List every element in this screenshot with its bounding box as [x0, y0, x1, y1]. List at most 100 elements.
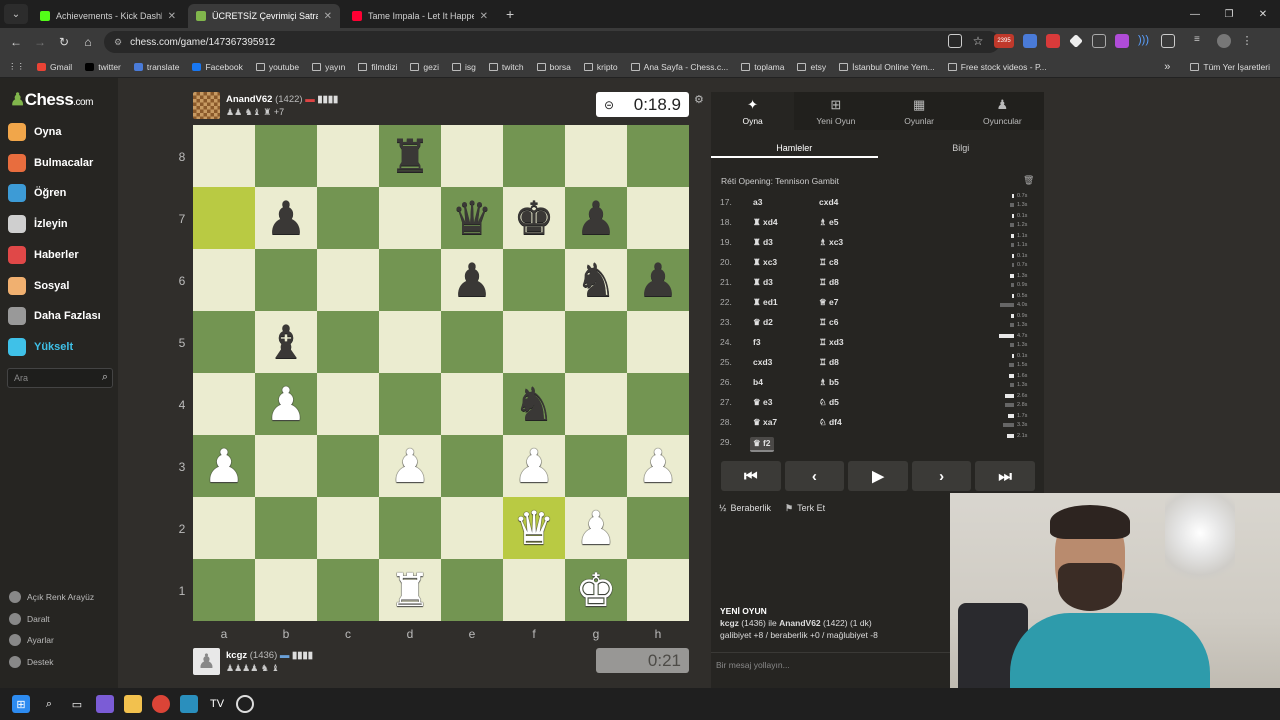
play-button[interactable]: ▶	[848, 461, 908, 491]
obs-icon[interactable]	[236, 695, 254, 713]
bookmark-item[interactable]: Facebook	[192, 62, 243, 72]
black-move[interactable]: ♖ xd3	[819, 337, 844, 348]
black-queen-icon[interactable]: ♛	[451, 195, 492, 241]
white-queen-icon[interactable]: ♛	[513, 505, 554, 551]
square-e5[interactable]	[441, 311, 503, 373]
white-move[interactable]: ♜ xd4	[753, 217, 778, 228]
bookmark-item[interactable]: gezi	[410, 62, 439, 72]
square-h1[interactable]	[627, 559, 689, 621]
panel-tab[interactable]: ♟ Oyuncular	[960, 92, 1044, 130]
close-icon[interactable]: ✕	[1246, 0, 1280, 28]
square-c7[interactable]	[317, 187, 379, 249]
tab-close-icon[interactable]: ✕	[480, 11, 488, 22]
square-c5[interactable]	[317, 311, 379, 373]
reading-list-icon[interactable]: ≡	[1194, 34, 1208, 48]
square-d6[interactable]	[379, 249, 441, 311]
bookmark-item[interactable]: twitter	[85, 62, 121, 72]
square-h6[interactable]: ♟	[627, 249, 689, 311]
square-d1[interactable]: ♜	[379, 559, 441, 621]
first-move-button[interactable]: ⏮	[721, 461, 781, 491]
square-c4[interactable]	[317, 373, 379, 435]
black-rook-icon[interactable]: ♜	[389, 133, 430, 179]
square-g6[interactable]: ♞	[565, 249, 627, 311]
bottom-player-name[interactable]: kcgz (1436) ▬ ▮▮▮▮	[226, 650, 313, 661]
profile-avatar[interactable]	[1217, 34, 1231, 48]
white-move[interactable]: ♜ ed1	[753, 297, 778, 308]
white-pawn-icon[interactable]: ♟	[513, 443, 554, 489]
forward-icon[interactable]: →	[28, 35, 52, 49]
chrome-icon[interactable]	[152, 695, 170, 713]
black-move[interactable]: ♖ d8	[819, 357, 839, 368]
black-pawn-icon[interactable]: ♟	[637, 257, 678, 303]
white-pawn-icon[interactable]: ♟	[203, 443, 244, 489]
square-f8[interactable]	[503, 125, 565, 187]
panel-tab[interactable]: ▦ Oyunlar	[877, 92, 961, 130]
square-d3[interactable]: ♟	[379, 435, 441, 497]
white-rook-icon[interactable]: ♜	[389, 567, 430, 613]
square-f6[interactable]	[503, 249, 565, 311]
black-move[interactable]: ♗ e5	[819, 217, 838, 228]
square-f5[interactable]	[503, 311, 565, 373]
apps-icon[interactable]: ⋮⋮	[8, 61, 25, 72]
black-move[interactable]: ♘ d5	[819, 397, 839, 408]
bookmark-item[interactable]: filmdizi	[358, 62, 397, 72]
bookmark-item[interactable]: youtube	[255, 62, 299, 72]
copilot-icon[interactable]	[96, 695, 114, 713]
square-c1[interactable]	[317, 559, 379, 621]
browser-tab[interactable]: ÜCRETSİZ Çevrimiçi Satranç ✕	[188, 4, 340, 28]
app-icon[interactable]	[180, 695, 198, 713]
black-pawn-icon[interactable]: ♟	[575, 195, 616, 241]
site-info-icon[interactable]: ⚙	[114, 37, 122, 48]
panel-tab[interactable]: ✦ Oyna	[711, 92, 795, 130]
tab-close-icon[interactable]: ✕	[324, 11, 332, 22]
translate-extension-icon[interactable]	[1023, 34, 1037, 48]
square-g5[interactable]	[565, 311, 627, 373]
search-icon[interactable]: ⌕	[40, 695, 58, 713]
bookmark-star-icon[interactable]: ☆	[971, 34, 985, 48]
square-b4[interactable]: ♟	[255, 373, 317, 435]
sidebar-item[interactable]: Haberler	[8, 245, 79, 264]
square-c3[interactable]	[317, 435, 379, 497]
trash-icon[interactable]: 🗑	[1023, 175, 1034, 186]
new-game-player2[interactable]: AnandV62	[779, 618, 821, 628]
white-move[interactable]: a3	[753, 197, 762, 207]
top-player-avatar[interactable]	[193, 92, 220, 119]
sidebar-bottom-item[interactable]: Açık Renk Arayüz	[9, 591, 94, 603]
square-h3[interactable]: ♟	[627, 435, 689, 497]
square-d5[interactable]	[379, 311, 441, 373]
square-a2[interactable]	[193, 497, 255, 559]
square-d4[interactable]	[379, 373, 441, 435]
square-f2[interactable]: ♛	[503, 497, 565, 559]
tradingview-icon[interactable]: TV	[208, 695, 226, 713]
square-b3[interactable]	[255, 435, 317, 497]
browser-tab[interactable]: Achievements - Kick Dashboard ✕	[32, 4, 184, 28]
square-d7[interactable]	[379, 187, 441, 249]
reload-icon[interactable]: ↻	[52, 35, 76, 49]
white-move[interactable]: f3	[753, 337, 761, 347]
square-g1[interactable]: ♚	[565, 559, 627, 621]
bookmark-item[interactable]: yayın	[312, 62, 345, 72]
square-a8[interactable]	[193, 125, 255, 187]
square-a7[interactable]	[193, 187, 255, 249]
square-f4[interactable]: ♞	[503, 373, 565, 435]
square-h8[interactable]	[627, 125, 689, 187]
white-pawn-icon[interactable]: ♟	[389, 443, 430, 489]
sidebar-item[interactable]: Sosyal	[8, 276, 69, 295]
white-move[interactable]: ♛ f2	[750, 437, 774, 452]
restore-icon[interactable]: ❐	[1212, 0, 1246, 28]
sidebar-bottom-item[interactable]: Daralt	[9, 612, 50, 625]
audio-extension-icon[interactable]: )))	[1138, 34, 1152, 48]
square-c6[interactable]	[317, 249, 379, 311]
square-a1[interactable]	[193, 559, 255, 621]
square-b8[interactable]	[255, 125, 317, 187]
new-tab-button[interactable]: +	[506, 6, 514, 22]
last-move-button[interactable]: ⏭	[975, 461, 1035, 491]
panel-tab[interactable]: ⊞ Yeni Oyun	[794, 92, 878, 130]
sidebar-item[interactable]: Oyna	[8, 123, 62, 141]
square-b6[interactable]	[255, 249, 317, 311]
square-d8[interactable]: ♜	[379, 125, 441, 187]
glasses-extension-icon[interactable]	[1092, 34, 1106, 48]
back-icon[interactable]: ←	[4, 35, 28, 49]
panel-subtab[interactable]: Bilgi	[878, 134, 1045, 158]
bookmark-item[interactable]: Gmail	[37, 62, 72, 72]
